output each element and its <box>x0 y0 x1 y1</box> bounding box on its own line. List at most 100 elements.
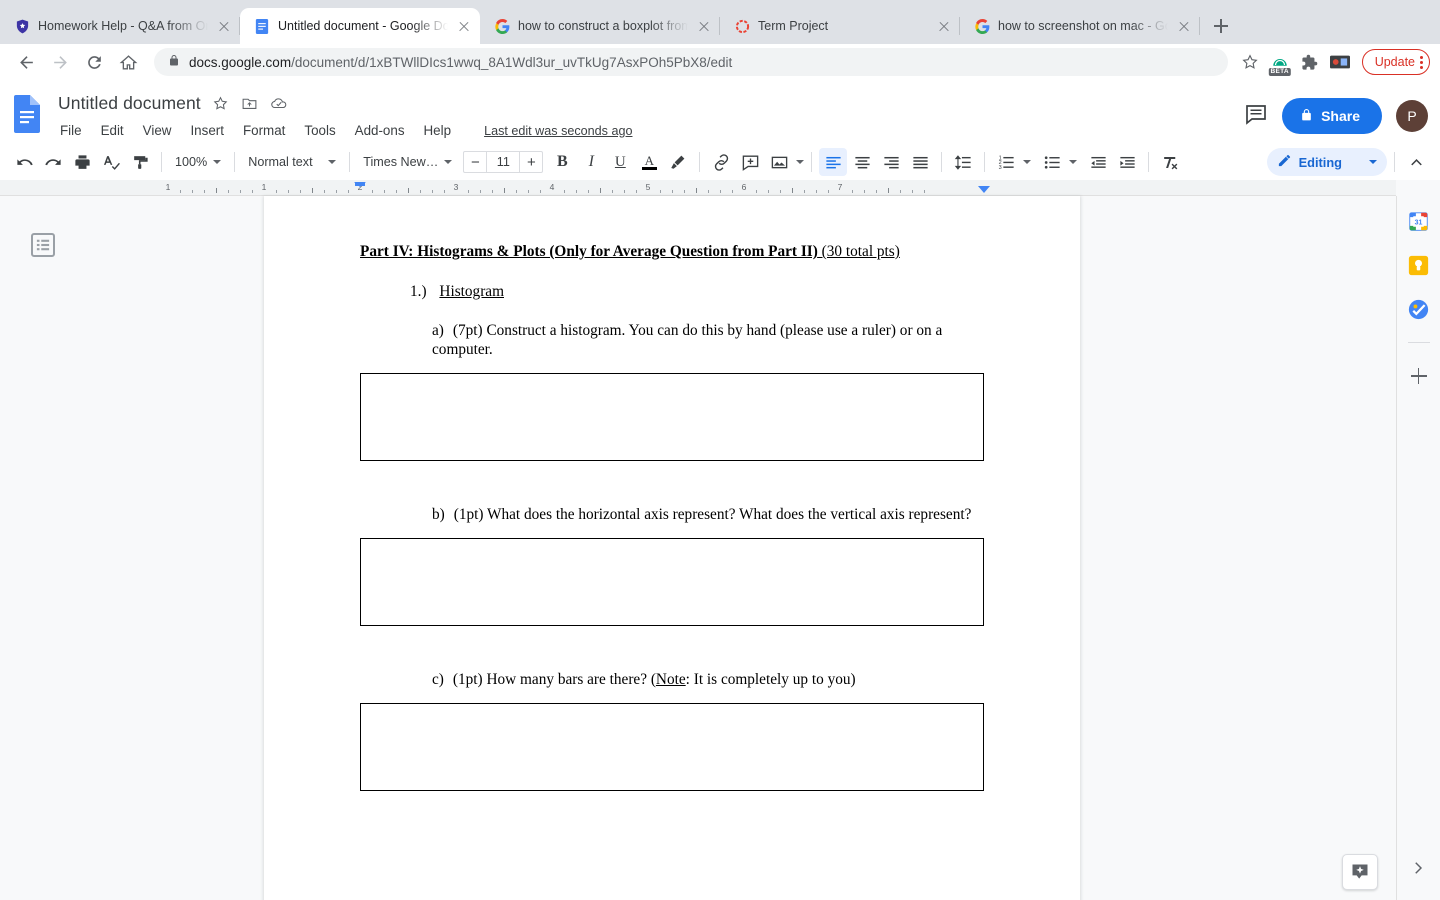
avatar[interactable]: P <box>1396 100 1428 132</box>
back-arrow-icon[interactable] <box>10 46 42 78</box>
add-comment-icon[interactable] <box>736 148 764 176</box>
last-edit-status[interactable]: Last edit was seconds ago <box>484 124 632 138</box>
align-center-icon[interactable] <box>848 148 876 176</box>
comment-history-icon[interactable] <box>1244 102 1268 131</box>
side-panel-rail: 31 <box>1396 196 1440 900</box>
vertical-scrollbar[interactable] <box>1381 196 1395 900</box>
highlight-pen-icon[interactable] <box>664 148 692 176</box>
menu-view[interactable]: View <box>141 122 174 139</box>
update-button[interactable]: Update <box>1361 49 1430 75</box>
share-button[interactable]: Share <box>1282 98 1382 134</box>
menu-addons[interactable]: Add-ons <box>353 122 407 139</box>
forward-arrow-icon[interactable] <box>44 46 76 78</box>
omnibox-bar: docs.google.com/document/d/1xBTWllDIcs1w… <box>0 44 1440 80</box>
align-left-icon[interactable] <box>819 148 848 176</box>
menu-tools[interactable]: Tools <box>302 122 337 139</box>
insert-image-dropdown-icon[interactable] <box>796 160 805 164</box>
reload-icon[interactable] <box>78 46 110 78</box>
address-bar[interactable]: docs.google.com/document/d/1xBTWllDIcs1w… <box>154 48 1228 76</box>
numbered-list-dropdown-icon[interactable] <box>1023 160 1032 164</box>
new-tab-button[interactable] <box>1204 9 1238 43</box>
google-docs-logo[interactable] <box>12 90 52 138</box>
text-color-button[interactable]: A <box>635 148 663 176</box>
font-value: Times New… <box>363 155 439 169</box>
print-icon[interactable] <box>68 148 96 176</box>
puzzle-icon[interactable] <box>1296 48 1324 76</box>
paragraph-style-selector[interactable]: Normal text <box>242 148 342 176</box>
underline-button[interactable]: U <box>606 148 634 176</box>
close-icon[interactable] <box>456 18 472 34</box>
close-icon[interactable] <box>1176 18 1192 34</box>
bold-button[interactable]: B <box>548 148 576 176</box>
ruler-tick <box>180 190 181 193</box>
pencil-icon <box>1277 153 1292 171</box>
align-right-icon[interactable] <box>877 148 905 176</box>
menu-insert[interactable]: Insert <box>188 122 226 139</box>
bookmark-star-icon[interactable] <box>1236 48 1264 76</box>
redo-icon[interactable] <box>39 148 67 176</box>
question-c-text-pre: (1pt) How many bars are there? ( <box>452 671 656 689</box>
bulleted-list-dropdown-icon[interactable] <box>1069 160 1078 164</box>
chrome-menu-icon[interactable] <box>1420 55 1423 69</box>
menu-edit[interactable]: Edit <box>99 122 126 139</box>
cloud-saved-icon[interactable] <box>270 94 288 112</box>
editing-mode-button[interactable]: Editing <box>1266 148 1387 176</box>
answer-box-a[interactable] <box>360 373 984 462</box>
docs-header: Untitled document File Edit View Insert … <box>0 80 1440 144</box>
align-justify-icon[interactable] <box>906 148 934 176</box>
update-button-label: Update <box>1374 55 1415 69</box>
browser-tab[interactable]: Term Project <box>720 8 960 44</box>
browser-tab[interactable]: how to screenshot on mac - Go <box>960 8 1200 44</box>
tab-title: Term Project <box>758 19 829 33</box>
beta-badge: BETA <box>1268 67 1291 76</box>
plus-icon[interactable] <box>1408 365 1430 387</box>
toolbar-divider <box>699 152 701 172</box>
font-size-increase-button[interactable]: + <box>520 152 542 172</box>
extension-beta-icon[interactable]: BETA <box>1266 48 1294 76</box>
menu-format[interactable]: Format <box>241 122 287 139</box>
star-icon[interactable] <box>212 94 230 112</box>
home-icon[interactable] <box>112 46 144 78</box>
increase-indent-icon[interactable] <box>1113 148 1141 176</box>
document-page[interactable]: Part IV: Histograms & Plots (Only for Av… <box>264 196 1080 900</box>
menu-file[interactable]: File <box>58 122 84 139</box>
paint-format-icon[interactable] <box>126 148 154 176</box>
media-icon[interactable] <box>1326 48 1354 76</box>
chevron-right-icon[interactable] <box>1404 854 1432 882</box>
google-tasks-icon[interactable] <box>1408 298 1430 320</box>
close-icon[interactable] <box>936 18 952 34</box>
close-icon[interactable] <box>696 18 712 34</box>
explore-button[interactable] <box>1342 854 1378 890</box>
decrease-indent-icon[interactable] <box>1084 148 1112 176</box>
spellcheck-icon[interactable] <box>97 148 125 176</box>
svg-text:31: 31 <box>1415 219 1423 226</box>
zoom-selector[interactable]: 100% <box>169 148 227 176</box>
browser-tab-active[interactable]: Untitled document - Google Do <box>240 8 480 44</box>
document-title[interactable]: Untitled document <box>58 93 201 114</box>
close-icon[interactable] <box>216 18 232 34</box>
font-size-decrease-button[interactable]: − <box>464 152 486 172</box>
clear-formatting-icon[interactable] <box>1156 148 1184 176</box>
question-c-label: c) <box>432 671 444 689</box>
italic-button[interactable]: I <box>577 148 605 176</box>
undo-icon[interactable] <box>10 148 38 176</box>
google-keep-icon[interactable] <box>1408 254 1430 276</box>
chevron-up-icon[interactable] <box>1402 148 1430 176</box>
google-calendar-icon[interactable]: 31 <box>1408 210 1430 232</box>
menu-help[interactable]: Help <box>422 122 454 139</box>
bulleted-list-icon[interactable] <box>1038 148 1066 176</box>
font-size-stepper[interactable]: − 11 + <box>463 151 544 173</box>
font-selector[interactable]: Times New… <box>357 148 458 176</box>
numbered-list-icon[interactable]: 123 <box>992 148 1020 176</box>
document-outline-icon[interactable] <box>31 233 55 257</box>
browser-tab[interactable]: how to construct a boxplot from <box>480 8 720 44</box>
question-a-text: (7pt) Construct a histogram. You can do … <box>432 322 943 359</box>
answer-box-b[interactable] <box>360 538 984 627</box>
move-to-folder-icon[interactable] <box>241 94 259 112</box>
line-spacing-icon[interactable] <box>949 148 977 176</box>
link-icon[interactable] <box>707 148 735 176</box>
insert-image-icon[interactable] <box>765 148 793 176</box>
browser-tab[interactable]: Homework Help - Q&A from On <box>0 8 240 44</box>
font-size-value[interactable]: 11 <box>486 152 521 172</box>
answer-box-c[interactable] <box>360 703 984 792</box>
